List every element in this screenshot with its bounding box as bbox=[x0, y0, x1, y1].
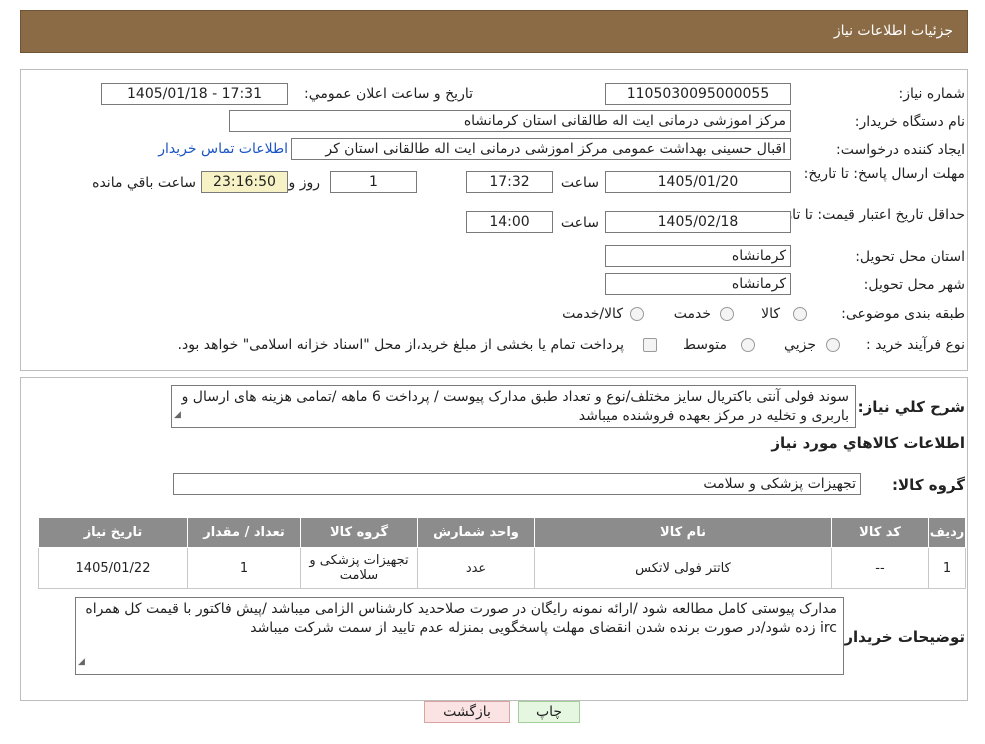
category-label: طبقه بندی موضوعی: bbox=[841, 306, 965, 322]
summary-label: شرح کلي نياز: bbox=[857, 398, 965, 416]
cell-quantity: 1 bbox=[187, 547, 301, 589]
cell-row-number: 1 bbox=[928, 547, 966, 589]
cell-goods-name: کاتتر فولی لاتکس bbox=[534, 547, 832, 589]
resize-grip-icon: ◢ bbox=[174, 410, 181, 420]
need-number-label: شماره نیاز: bbox=[898, 86, 966, 102]
print-button[interactable]: چاپ bbox=[518, 701, 580, 723]
remaining-time-field: 23:16:50 bbox=[201, 171, 288, 193]
need-number-field: 1105030095000055 bbox=[605, 83, 791, 105]
page-title: جزئیات اطلاعات نیاز bbox=[833, 23, 953, 39]
goods-group-field: تجهیزات پزشکی و سلامت bbox=[173, 473, 861, 495]
page-header: جزئیات اطلاعات نیاز bbox=[20, 10, 968, 53]
col-unit: واحد شمارش bbox=[417, 517, 535, 548]
summary-textarea[interactable]: سوند فولی آنتی باکتریال سایز مختلف/نوع و… bbox=[171, 385, 856, 428]
category-radio-service[interactable] bbox=[720, 307, 734, 321]
summary-text: سوند فولی آنتی باکتریال سایز مختلف/نوع و… bbox=[181, 389, 849, 424]
process-note: پرداخت تمام یا بخشی از مبلغ خرید،از محل … bbox=[177, 337, 624, 353]
back-button[interactable]: بازگشت bbox=[424, 701, 510, 723]
cell-goods-code: -- bbox=[831, 547, 929, 589]
remaining-label: ساعت باقي مانده bbox=[92, 175, 196, 191]
buyer-label: نام دستگاه خريدار: bbox=[854, 114, 965, 130]
process-radio-medium[interactable] bbox=[741, 338, 755, 352]
deadline-time-label: ساعت bbox=[560, 175, 599, 191]
days-label: روز و bbox=[288, 175, 321, 191]
goods-table: رديف کد کالا نام کالا واحد شمارش گروه کا… bbox=[38, 517, 966, 589]
process-option-medium: متوسط bbox=[683, 337, 727, 353]
process-option-minor: جزيي bbox=[784, 337, 816, 353]
treasury-checkbox[interactable] bbox=[643, 338, 657, 352]
cell-need-date: 1405/01/22 bbox=[38, 547, 188, 589]
announce-label: تاريخ و ساعت اعلان عمومي: bbox=[304, 86, 473, 102]
category-radio-goods-service[interactable] bbox=[630, 307, 644, 321]
goods-group-label: گروه کالا: bbox=[892, 476, 965, 494]
col-goods-group: گروه کالا bbox=[300, 517, 418, 548]
validity-time-label: ساعت bbox=[560, 215, 599, 231]
col-goods-name: نام کالا bbox=[534, 517, 832, 548]
category-option-service: خدمت bbox=[673, 306, 711, 322]
buyer-notes-text: مدارک پیوستی کامل مطالعه شود /ارائه نمون… bbox=[85, 601, 837, 636]
category-option-goods-service: کالا/خدمت bbox=[562, 306, 623, 322]
days-field: 1 bbox=[330, 171, 417, 193]
table-header-row: رديف کد کالا نام کالا واحد شمارش گروه کا… bbox=[38, 517, 966, 548]
col-goods-code: کد کالا bbox=[831, 517, 929, 548]
city-label: شهر محل تحويل: bbox=[863, 277, 965, 293]
col-row-number: رديف bbox=[928, 517, 966, 548]
buyer-field: مرکز اموزشی درمانی ایت اله طالقانی استان… bbox=[229, 110, 791, 132]
creator-field: اقبال حسینی بهداشت عمومی مرکز اموزشی درم… bbox=[291, 138, 791, 160]
announce-field: 1405/01/18 - 17:31 bbox=[101, 83, 288, 105]
creator-label: ايجاد کننده درخواست: bbox=[836, 142, 965, 158]
col-quantity: تعداد / مقدار bbox=[187, 517, 301, 548]
category-radio-goods[interactable] bbox=[793, 307, 807, 321]
validity-label: حداقل تاريخ اعتبار قيمت: تا تاريخ: bbox=[767, 207, 965, 223]
deadline-label: مهلت ارسال پاسخ: تا تاريخ: bbox=[803, 166, 965, 182]
buyer-notes-textarea[interactable]: مدارک پیوستی کامل مطالعه شود /ارائه نمون… bbox=[75, 597, 844, 675]
table-row: 1 -- کاتتر فولی لاتکس عدد تجهیزات پزشکی … bbox=[38, 547, 966, 589]
city-field: کرمانشاه bbox=[605, 273, 791, 295]
col-need-date: تاریخ نیاز bbox=[38, 517, 188, 548]
cell-unit: عدد bbox=[417, 547, 535, 589]
cell-goods-group: تجهیزات پزشکی و سلامت bbox=[300, 547, 418, 589]
resize-grip-icon: ◢ bbox=[78, 657, 85, 667]
province-label: استان محل تحويل: bbox=[855, 249, 965, 265]
buyer-notes-label: توضيحات خريدار: bbox=[838, 628, 965, 646]
deadline-time-field: 17:32 bbox=[466, 171, 553, 193]
goods-info-title: اطلاعات کالاهاي مورد نياز bbox=[771, 434, 965, 452]
process-label: نوع فرآيند خريد : bbox=[866, 337, 965, 353]
process-radio-minor[interactable] bbox=[826, 338, 840, 352]
deadline-date-field: 1405/01/20 bbox=[605, 171, 791, 193]
validity-date-field: 1405/02/18 bbox=[605, 211, 791, 233]
validity-time-field: 14:00 bbox=[466, 211, 553, 233]
province-field: کرمانشاه bbox=[605, 245, 791, 267]
buyer-contact-link[interactable]: اطلاعات تماس خريدار bbox=[158, 141, 288, 157]
category-option-goods: کالا bbox=[761, 306, 780, 322]
